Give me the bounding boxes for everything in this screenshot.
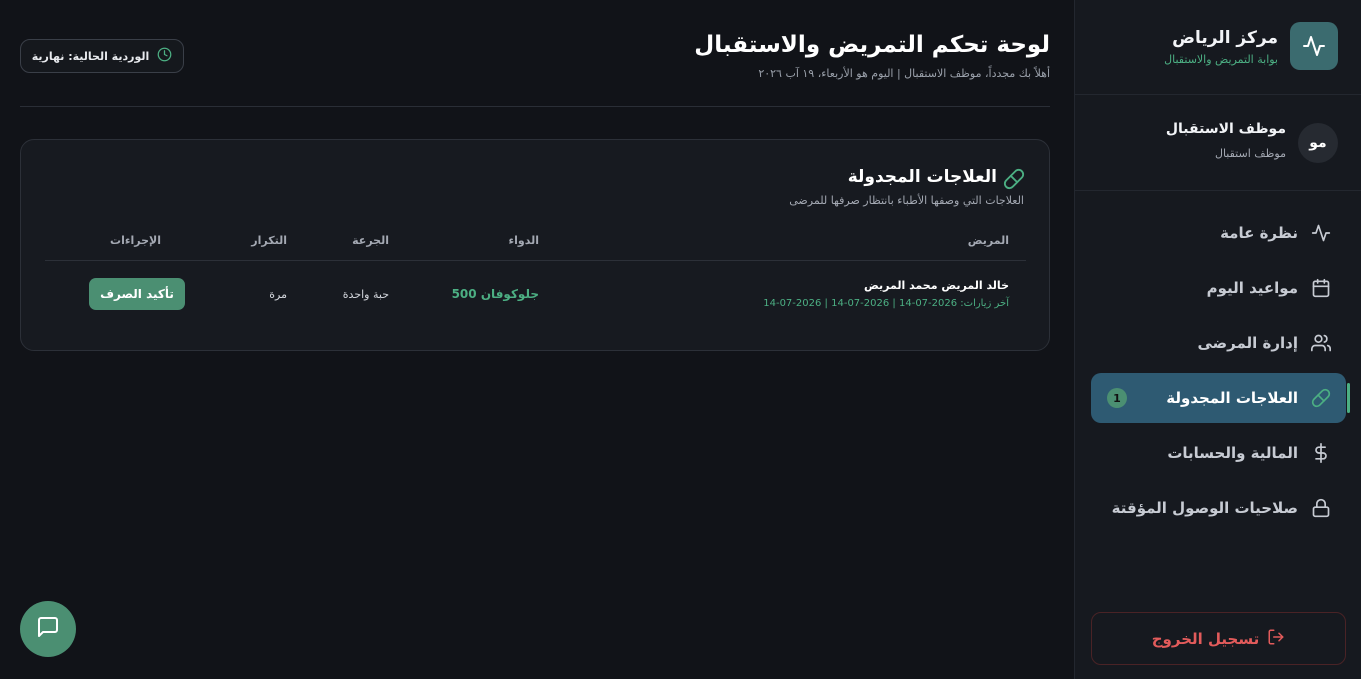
dose-value: حبة واحدة: [342, 288, 389, 301]
sidebar-item-label: مواعيد اليوم: [1206, 279, 1298, 297]
sidebar-item-patients[interactable]: إدارة المرضى: [1091, 318, 1346, 368]
user-name: موظف الاستقبال: [1165, 121, 1286, 137]
user-profile: مو موظف الاستقبال موظف استقبال: [1075, 95, 1361, 191]
card-subtitle: العلاجات التي وصفها الأطباء بانتظار صرفه…: [789, 194, 1024, 207]
sidebar-item-overview[interactable]: نظرة عامة: [1091, 208, 1346, 258]
column-header-drug: الدواء: [508, 234, 540, 247]
avatar: مو: [1298, 123, 1338, 163]
logout-icon: [1267, 628, 1285, 650]
page-title: لوحة تحكم التمريض والاستقبال: [694, 32, 1050, 58]
shift-label: الوردية الحالية: نهارية: [31, 49, 150, 63]
sidebar-item-temp-access[interactable]: صلاحيات الوصول المؤقتة: [1091, 483, 1346, 533]
sidebar: مركز الرياض بوابة التمريض والاستقبال مو …: [1074, 0, 1361, 679]
column-header-dose: الجرعة: [352, 234, 389, 247]
pill-icon: [1003, 168, 1025, 194]
activity-icon: [1290, 22, 1338, 70]
count-badge: 1: [1107, 388, 1127, 408]
scheduled-treatments-card: العلاجات المجدولة العلاجات التي وصفها ال…: [20, 139, 1050, 351]
page-subtitle: أهلاً بك مجدداً، موظف الاستقبال | اليوم …: [758, 67, 1050, 80]
activity-icon: [1310, 222, 1332, 244]
chat-button[interactable]: [20, 601, 76, 657]
patient-visits: آخر زيارات: 2026-07-14 | 2026-07-14 | 20…: [763, 298, 1009, 309]
sidebar-item-label: نظرة عامة: [1220, 224, 1298, 242]
column-header-actions: الإجراءات: [110, 234, 161, 247]
sidebar-item-label: المالية والحسابات: [1167, 444, 1298, 462]
card-title: العلاجات المجدولة: [847, 167, 997, 187]
confirm-dispense-button[interactable]: تأكيد الصرف: [89, 278, 185, 310]
drug-name: جلوكوفان 500: [451, 287, 539, 301]
user-role: موظف استقبال: [1214, 147, 1286, 160]
calendar-icon: [1310, 277, 1332, 299]
column-header-frequency: التكرار: [251, 234, 287, 247]
sidebar-item-appointments[interactable]: مواعيد اليوم: [1091, 263, 1346, 313]
dollar-icon: [1310, 442, 1332, 464]
users-icon: [1310, 332, 1332, 354]
frequency-value: مرة: [269, 288, 287, 301]
patient-name: خالد المريض محمد المريض: [863, 279, 1009, 292]
shift-badge: الوردية الحالية: نهارية: [20, 39, 184, 73]
column-header-patient: المريض: [967, 234, 1009, 247]
divider: [20, 106, 1050, 107]
message-icon: [36, 615, 60, 643]
lock-icon: [1310, 497, 1332, 519]
pill-icon: [1310, 387, 1332, 409]
sidebar-item-finance[interactable]: المالية والحسابات: [1091, 428, 1346, 478]
sidebar-item-label: العلاجات المجدولة: [1166, 389, 1298, 407]
sidebar-item-label: صلاحيات الوصول المؤقتة: [1111, 499, 1298, 517]
logout-button[interactable]: تسجيل الخروج: [1091, 612, 1346, 665]
table-divider: [45, 260, 1026, 261]
sidebar-item-label: إدارة المرضى: [1197, 334, 1298, 352]
brand: مركز الرياض بوابة التمريض والاستقبال: [1075, 0, 1361, 95]
brand-title: مركز الرياض: [1172, 28, 1278, 48]
brand-subtitle: بوابة التمريض والاستقبال: [1164, 53, 1278, 66]
clock-icon: [157, 47, 172, 65]
sidebar-item-scheduled-treatments[interactable]: العلاجات المجدولة 1: [1091, 373, 1350, 423]
logout-label: تسجيل الخروج: [1151, 629, 1260, 648]
